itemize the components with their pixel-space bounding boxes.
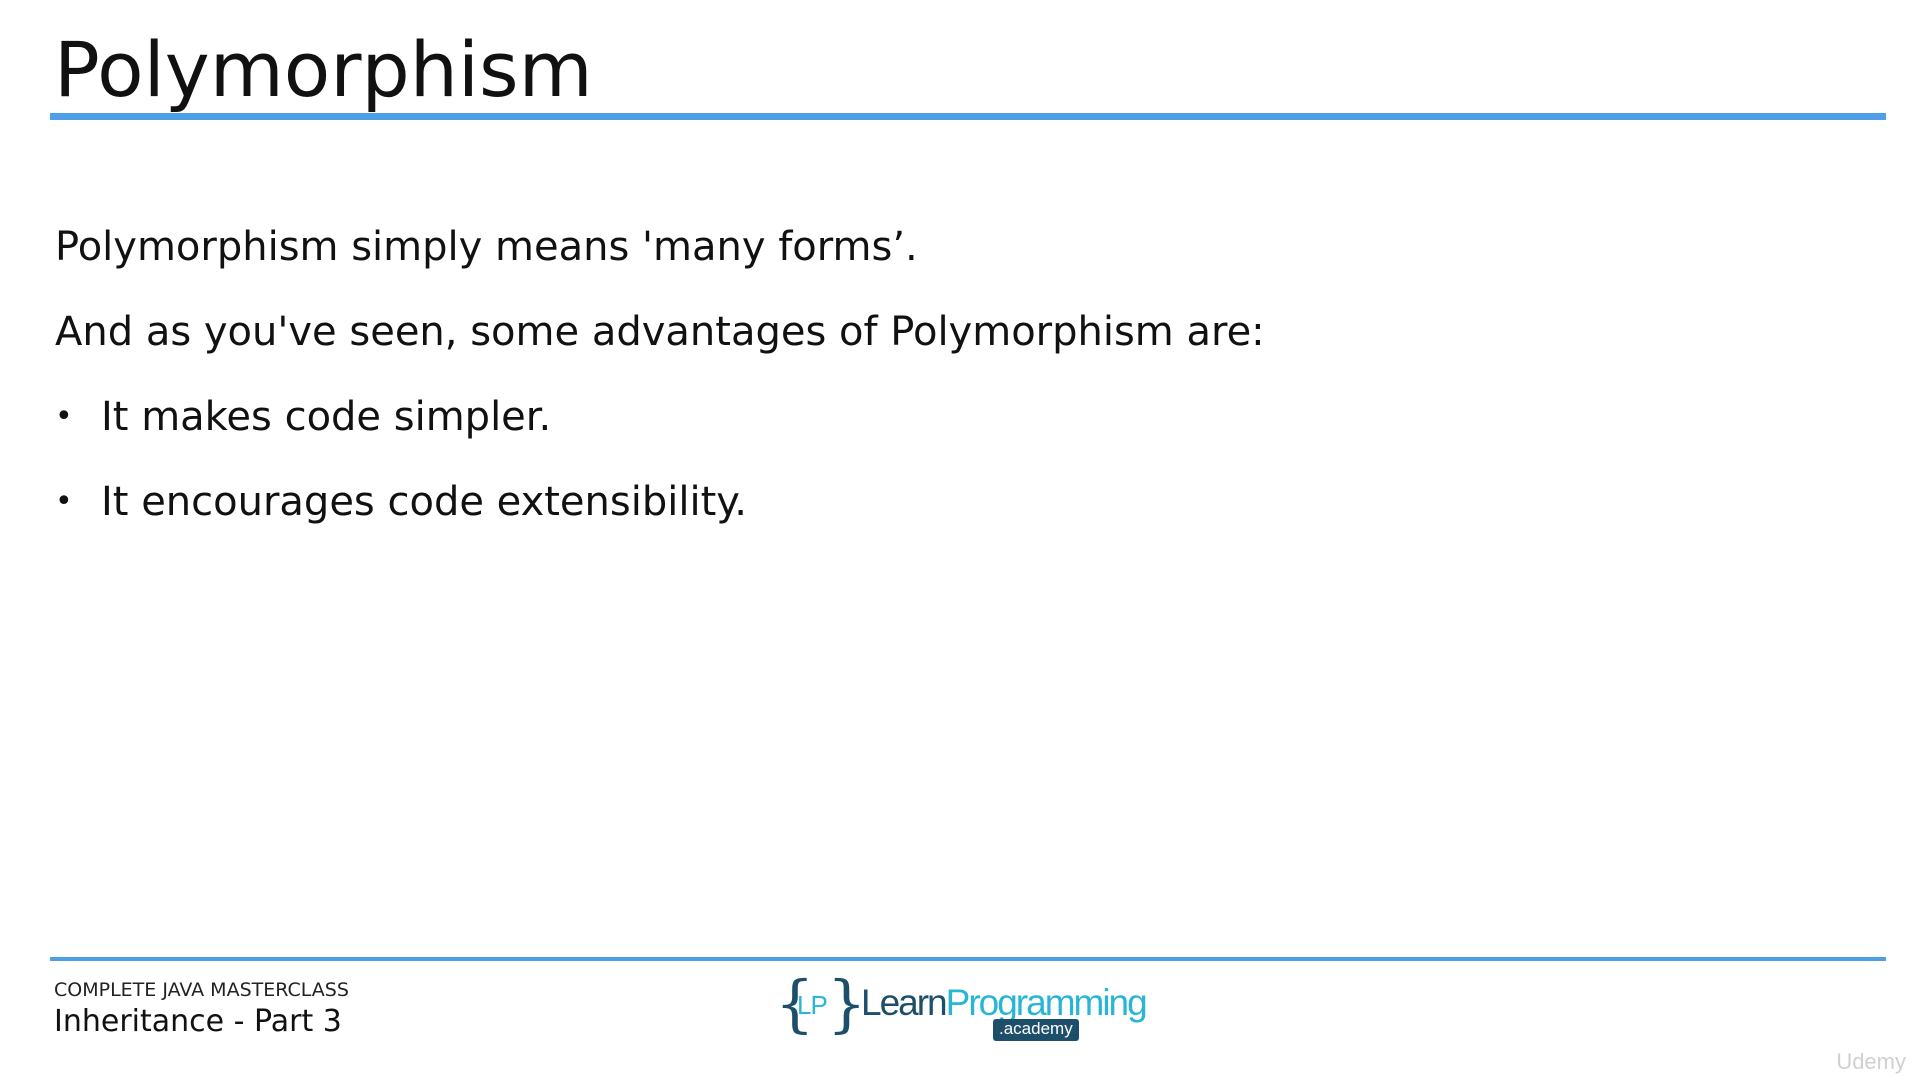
logo-wordmark: LearnProgramming (861, 982, 1148, 1024)
logo-programming-text: Programming (945, 982, 1148, 1023)
title-underline (50, 113, 1886, 120)
bullet-icon: • (55, 484, 73, 519)
logo-lp-mark: LP (797, 990, 828, 1020)
learnprogramming-logo: { LP } LearnProgramming .academy (775, 969, 1148, 1045)
logo-learn-text: Learn (861, 982, 948, 1023)
intro-paragraph: Polymorphism simply means 'many forms’. (55, 224, 918, 270)
logo-academy-badge: .academy (993, 1019, 1079, 1041)
slide-content: Polymorphism simply means 'many forms’. … (55, 221, 1855, 561)
advantages-lead-paragraph: And as you've seen, some advantages of P… (55, 309, 1265, 355)
list-item: • It encourages code extensibility. (55, 476, 1855, 528)
list-item-text: It makes code simpler. (101, 394, 552, 440)
list-item: • It makes code simpler. (55, 391, 1855, 443)
course-name: COMPLETE JAVA MASTERCLASS (54, 979, 349, 1001)
advantages-list: • It makes code simpler. • It encourages… (55, 391, 1855, 528)
footer-divider (50, 957, 1886, 961)
slide-title: Polymorphism (54, 25, 593, 114)
bullet-icon: • (55, 399, 73, 434)
lecture-name: Inheritance - Part 3 (54, 1004, 342, 1039)
udemy-watermark: Udemy (1836, 1049, 1906, 1074)
list-item-text: It encourages code extensibility. (101, 479, 747, 525)
